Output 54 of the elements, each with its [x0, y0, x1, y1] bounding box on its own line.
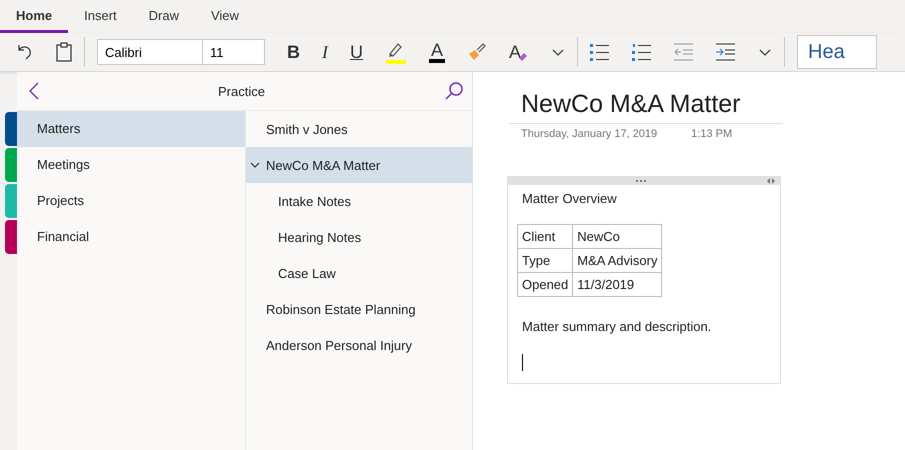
note-text: Matter summary and description. [522, 319, 712, 334]
page-item[interactable]: Robinson Estate Planning [246, 291, 472, 327]
section-item[interactable]: Projects [17, 183, 245, 219]
increase-indent-icon[interactable] [716, 43, 736, 61]
table-cell: M&A Advisory [572, 248, 662, 272]
page-item[interactable]: Smith v Jones [246, 111, 472, 147]
section-item[interactable]: Financial [17, 219, 245, 255]
bullet-list-icon[interactable] [590, 43, 610, 61]
table-cell: 11/3/2019 [572, 272, 662, 296]
page-item[interactable]: Anderson Personal Injury [246, 327, 472, 363]
section-color-tab[interactable] [5, 148, 17, 182]
note-container[interactable]: Matter Overview Client NewCo Type M&A Advisory Opened 11/3/2019 Matter summary and description. [507, 176, 781, 384]
page-date: Thursday, January 17, 2019 [521, 128, 658, 140]
chevron-down-icon[interactable] [551, 47, 566, 57]
decrease-indent-icon[interactable] [674, 43, 694, 61]
page-time: 1:13 PM [691, 128, 732, 140]
font-name-field[interactable]: Calibri [97, 39, 202, 65]
text-cursor [522, 354, 523, 371]
ribbon-tab[interactable]: Home [0, 0, 68, 33]
style-picker[interactable]: Hea [797, 35, 878, 69]
italic-button[interactable]: I [322, 42, 328, 62]
page-title[interactable]: NewCo M&A Matter [509, 90, 783, 124]
table-cell: NewCo [572, 224, 662, 248]
bold-button[interactable]: B [287, 42, 300, 62]
note-heading: Matter Overview [522, 191, 618, 206]
paintbrush-icon[interactable] [467, 42, 488, 62]
chevron-down-icon[interactable] [250, 160, 260, 170]
ribbon-tab[interactable]: Insert [68, 0, 133, 33]
search-icon[interactable] [444, 81, 464, 101]
table-cell: Type [518, 248, 573, 272]
note-handle-bar[interactable] [508, 177, 780, 185]
table-cell: Opened [518, 272, 573, 296]
clipboard-icon[interactable] [56, 42, 72, 62]
section-item[interactable]: Meetings [17, 147, 245, 183]
section-item[interactable]: Matters [17, 111, 245, 147]
section-color-tab[interactable] [5, 112, 17, 146]
ribbon-tab[interactable]: View [194, 0, 255, 33]
chevron-down-icon[interactable] [758, 47, 772, 57]
notebook-title: Practice [218, 84, 265, 98]
page-item[interactable]: Case Law [246, 255, 472, 291]
back-icon[interactable] [29, 82, 39, 100]
page-item[interactable]: Hearing Notes [246, 219, 472, 255]
section-color-tab[interactable] [5, 184, 17, 218]
page-item[interactable]: Intake Notes [246, 183, 472, 219]
font-color-button[interactable]: A [429, 41, 446, 63]
underline-button[interactable]: U [350, 42, 363, 62]
table-cell: Client [518, 224, 573, 248]
numbered-list-icon[interactable] [632, 43, 652, 61]
section-color-tab[interactable] [5, 220, 17, 254]
font-size-field[interactable]: 11 [202, 39, 265, 65]
page-item[interactable]: NewCo M&A Matter [246, 147, 472, 183]
clear-formatting-button[interactable]: A [509, 42, 530, 62]
ribbon-tab[interactable]: Draw [132, 0, 195, 33]
undo-icon[interactable] [16, 43, 34, 61]
